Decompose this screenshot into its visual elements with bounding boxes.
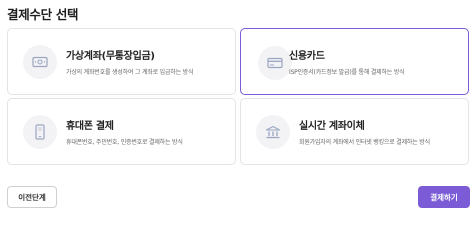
previous-step-button[interactable]: 이전단계 [7,186,57,208]
mobile-phone-icon [23,115,57,149]
payment-method-description: 휴대폰번호, 주민번호, 인증번호로 결제하는 방식 [66,139,183,146]
payment-method-credit-card[interactable]: 신용카드 ISP인증서(카드정보 발급)를 통해 결제하는 방식 [240,28,469,95]
payment-method-title: 휴대폰 결제 [66,121,114,132]
page-title: 결제수단 선택 [7,7,79,22]
payment-method-description: 가상의 계좌번호를 생성하여 그 계좌로 입금하는 방식 [66,69,194,76]
cash-icon [23,45,57,79]
credit-card-icon [258,46,292,80]
payment-method-title: 신용카드 [289,51,325,62]
payment-method-virtual-account[interactable]: 가상계좌(무통장입금) 가상의 계좌번호를 생성하여 그 계좌로 입금하는 방식 [7,28,236,95]
payment-method-title: 실시간 계좌이체 [299,121,365,132]
payment-method-bank-transfer[interactable]: 실시간 계좌이체 회원가입자의 계좌에서 인터넷 뱅킹으로 결제하는 방식 [240,98,469,165]
pay-button[interactable]: 결제하기 [418,186,470,208]
bank-icon [256,115,290,149]
payment-method-description: ISP인증서(카드정보 발급)를 통해 결제하는 방식 [289,69,405,76]
payment-method-mobile[interactable]: 휴대폰 결제 휴대폰번호, 주민번호, 인증번호로 결제하는 방식 [7,98,236,165]
payment-method-description: 회원가입자의 계좌에서 인터넷 뱅킹으로 결제하는 방식 [299,139,430,146]
payment-method-title: 가상계좌(무통장입금) [66,51,155,62]
